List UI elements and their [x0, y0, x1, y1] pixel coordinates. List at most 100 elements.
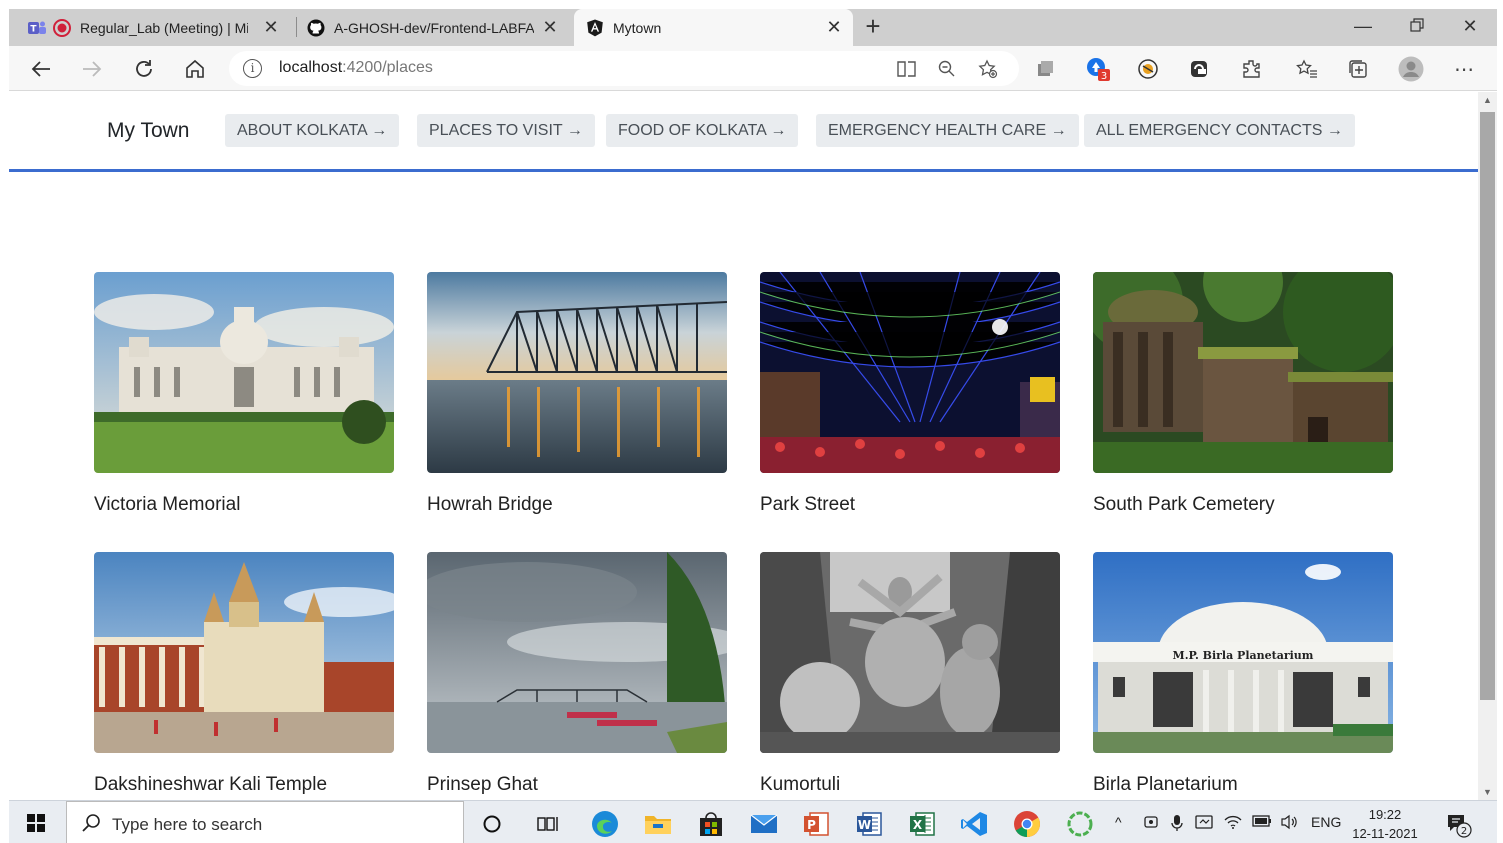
svg-text:T: T	[30, 24, 37, 34]
screen-capture-icon[interactable]	[1195, 814, 1213, 833]
new-tab-icon[interactable]: +	[860, 13, 886, 39]
forward-icon[interactable]	[79, 56, 105, 82]
clock-date: 12-11-2021	[1352, 826, 1418, 841]
extensions-icon[interactable]	[1238, 56, 1264, 82]
place-name: Birla Planetarium	[1093, 774, 1238, 795]
edge-browser-icon[interactable]	[590, 809, 620, 839]
home-icon[interactable]	[182, 56, 208, 82]
chrome-icon[interactable]	[1012, 809, 1042, 839]
tab-teams[interactable]: T Regular_Lab (Meeting) | Microsoft Team…	[28, 9, 290, 46]
place-card-park-street[interactable]: Park Street	[760, 272, 1060, 516]
tab-github[interactable]: A-GHOSH-dev/Frontend-LABFAT ✕	[307, 9, 569, 46]
app-brand[interactable]: My Town	[107, 119, 189, 143]
restore-icon[interactable]	[1405, 14, 1429, 38]
place-card-dakshineshwar-kali-temple[interactable]: Dakshineshwar Kali Temple	[94, 552, 394, 796]
nav-emergency-health-care-button[interactable]: EMERGENCY HEALTH CARE →	[816, 114, 1079, 147]
volume-icon[interactable]	[1280, 814, 1300, 833]
wifi-icon[interactable]	[1224, 814, 1242, 833]
scroll-up-icon[interactable]: ▲	[1478, 92, 1497, 108]
place-card-prinsep-ghat[interactable]: Prinsep Ghat	[427, 552, 727, 796]
place-name: Kumortuli	[760, 774, 841, 795]
site-info-icon[interactable]: i	[243, 59, 262, 78]
place-photo[interactable]	[760, 552, 1060, 753]
place-photo[interactable]: M.P. Birla Planetarium	[1093, 552, 1393, 753]
powerpoint-icon[interactable]: P	[801, 809, 831, 839]
place-photo[interactable]	[94, 272, 394, 473]
browser-toolbar: i localhost:4200/places 3 ⋯	[9, 46, 1497, 91]
cortana-icon[interactable]	[477, 809, 507, 839]
windows-start-icon[interactable]	[27, 814, 45, 832]
planetarium-sign: M.P. Birla Planetarium	[1173, 649, 1314, 662]
search-placeholder: Type here to search	[112, 815, 263, 834]
place-card-howrah-bridge[interactable]: Howrah Bridge	[427, 272, 727, 516]
add-favorite-icon[interactable]	[977, 59, 999, 79]
place-card-birla-planetarium[interactable]: M.P. Birla Planetarium Birla Planetarium	[1093, 552, 1393, 796]
file-explorer-icon[interactable]	[643, 809, 673, 839]
task-view-icon[interactable]	[533, 809, 563, 839]
more-options-icon[interactable]: ⋯	[1451, 56, 1477, 82]
tab-mytown[interactable]: Mytown ✕	[574, 9, 853, 46]
immersive-reader-icon[interactable]	[896, 59, 918, 79]
zoom-out-icon[interactable]	[936, 59, 958, 79]
action-center-icon[interactable]: 2	[1446, 812, 1472, 838]
place-name: Prinsep Ghat	[427, 774, 538, 795]
close-tab-icon[interactable]: ✕	[262, 18, 280, 36]
place-name: Howrah Bridge	[427, 494, 553, 515]
microphone-icon[interactable]	[1170, 814, 1184, 835]
scrollbar-thumb[interactable]	[1480, 112, 1495, 700]
app-navbar: My Town ABOUT KOLKATA → PLACES TO VISIT …	[9, 92, 1478, 172]
input-language-indicator[interactable]: ENG	[1311, 814, 1341, 830]
nav-about-kolkata-button[interactable]: ABOUT KOLKATA →	[225, 114, 400, 147]
close-window-icon[interactable]: ✕	[1458, 14, 1482, 38]
recording-icon	[53, 18, 71, 37]
mail-icon[interactable]	[749, 809, 779, 839]
minimize-icon[interactable]: —	[1351, 14, 1375, 38]
browser-extension-icon[interactable]	[1186, 56, 1212, 82]
close-tab-icon[interactable]: ✕	[541, 18, 559, 36]
tab-title: A-GHOSH-dev/Frontend-LABFAT	[334, 19, 534, 36]
profile-avatar-icon[interactable]	[1398, 56, 1424, 82]
back-icon[interactable]	[28, 56, 54, 82]
loading-app-icon[interactable]	[1065, 809, 1095, 839]
favorites-icon[interactable]	[1294, 56, 1320, 82]
browser-extension-icon[interactable]	[1135, 56, 1161, 82]
tab-title: Regular_Lab (Meeting) | Microsoft Teams	[80, 19, 248, 36]
vscode-icon[interactable]	[959, 809, 989, 839]
nav-food-of-kolkata-button[interactable]: FOOD OF KOLKATA →	[606, 114, 799, 147]
place-photo[interactable]	[94, 552, 394, 753]
url-text[interactable]: localhost:4200/places	[279, 59, 433, 77]
scroll-down-icon[interactable]: ▼	[1478, 784, 1497, 800]
battery-icon[interactable]	[1252, 814, 1272, 830]
notification-count: 2	[1461, 826, 1467, 837]
notification-extension-icon[interactable]: 3	[1085, 56, 1111, 82]
page-scrollbar[interactable]: ▲ ▼	[1478, 92, 1497, 800]
word-icon[interactable]: W	[854, 809, 884, 839]
show-hidden-icons-icon[interactable]: ^	[1115, 814, 1122, 830]
nav-places-to-visit-button[interactable]: PLACES TO VISIT →	[417, 114, 595, 147]
collections-icon[interactable]	[1345, 56, 1371, 82]
address-bar[interactable]: i localhost:4200/places	[229, 51, 1019, 86]
place-photo[interactable]	[1093, 272, 1393, 473]
taskbar-clock[interactable]: 19:22 12-11-2021	[1344, 805, 1426, 843]
place-name: Victoria Memorial	[94, 494, 241, 515]
close-tab-icon[interactable]: ✕	[825, 18, 843, 36]
place-photo[interactable]	[427, 272, 727, 473]
svg-text:P: P	[807, 818, 816, 832]
tab-title: Mytown	[613, 19, 662, 36]
tab-separator	[296, 17, 297, 37]
place-card-kumortuli[interactable]: Kumortuli	[760, 552, 1060, 796]
place-photo[interactable]	[760, 272, 1060, 473]
extension-icon[interactable]	[1032, 56, 1058, 82]
taskbar-search-box[interactable]: Type here to search	[66, 801, 464, 843]
excel-icon[interactable]: X	[907, 809, 937, 839]
refresh-icon[interactable]	[131, 56, 157, 82]
place-name: Park Street	[760, 494, 856, 515]
nav-all-emergency-contacts-button[interactable]: ALL EMERGENCY CONTACTS →	[1084, 114, 1355, 147]
meet-now-icon[interactable]	[1143, 814, 1159, 833]
windows-taskbar: Type here to search P W X ^ ENG 19:22 12…	[9, 800, 1497, 843]
place-card-south-park-cemetery[interactable]: South Park Cemetery	[1093, 272, 1393, 516]
place-name: Dakshineshwar Kali Temple	[94, 774, 328, 795]
microsoft-store-icon[interactable]	[696, 809, 726, 839]
place-card-victoria-memorial[interactable]: Victoria Memorial	[94, 272, 394, 516]
place-photo[interactable]	[427, 552, 727, 753]
